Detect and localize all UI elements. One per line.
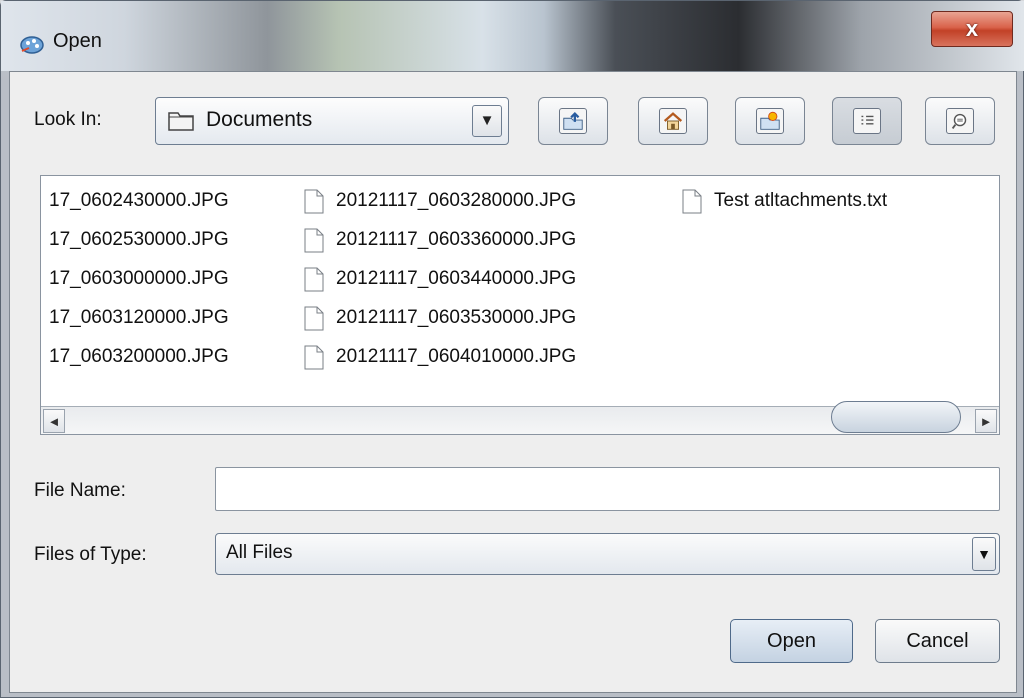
open-button[interactable]: Open [730, 619, 853, 663]
up-one-level-button[interactable] [538, 97, 608, 145]
list-view-icon [853, 108, 881, 134]
file-list[interactable]: 17_0602430000.JPG 17_0602530000.JPG 17_0… [40, 175, 1000, 435]
folder-up-icon [559, 108, 587, 134]
details-view-icon [946, 108, 974, 134]
horizontal-scrollbar[interactable]: ◄ ► [41, 401, 999, 434]
list-view-button[interactable] [832, 97, 902, 145]
title-bar[interactable]: Open x [1, 1, 1024, 71]
chevron-down-icon[interactable]: ▼ [972, 537, 996, 571]
files-of-type-select[interactable]: All Files ▼ [215, 533, 1000, 575]
home-button[interactable] [638, 97, 708, 145]
file-icon [304, 267, 324, 292]
home-icon [659, 108, 687, 134]
files-of-type-label: Files of Type: [34, 544, 147, 565]
cancel-button[interactable]: Cancel [875, 619, 1000, 663]
file-icon [304, 306, 324, 331]
new-folder-icon [756, 108, 784, 134]
folder-icon [168, 112, 194, 131]
look-in-value: Documents [206, 108, 313, 131]
look-in-combobox[interactable]: Documents ▼ [155, 97, 509, 145]
dialog-body: Look In: Documents ▼ 17_0602430000.JPG 1… [9, 71, 1017, 693]
look-in-label: Look In: [34, 109, 102, 130]
new-folder-button[interactable] [735, 97, 805, 145]
file-name-label: File Name: [34, 480, 126, 501]
file-icon [304, 189, 324, 214]
open-dialog-window: Open x Look In: Documents ▼ 17_060243000… [0, 0, 1024, 698]
file-icon [304, 345, 324, 370]
details-view-button[interactable] [925, 97, 995, 145]
file-icon [682, 189, 702, 214]
scroll-right-icon[interactable]: ► [975, 409, 997, 433]
close-button[interactable]: x [931, 11, 1013, 47]
chevron-down-icon[interactable]: ▼ [472, 105, 502, 137]
scrollbar-thumb[interactable] [831, 401, 961, 433]
scroll-left-icon[interactable]: ◄ [43, 409, 65, 433]
file-icon [304, 228, 324, 253]
files-of-type-value: All Files [226, 542, 293, 563]
window-title: Open [53, 30, 102, 52]
file-name-input[interactable] [215, 467, 1000, 511]
java-app-icon [20, 36, 44, 54]
